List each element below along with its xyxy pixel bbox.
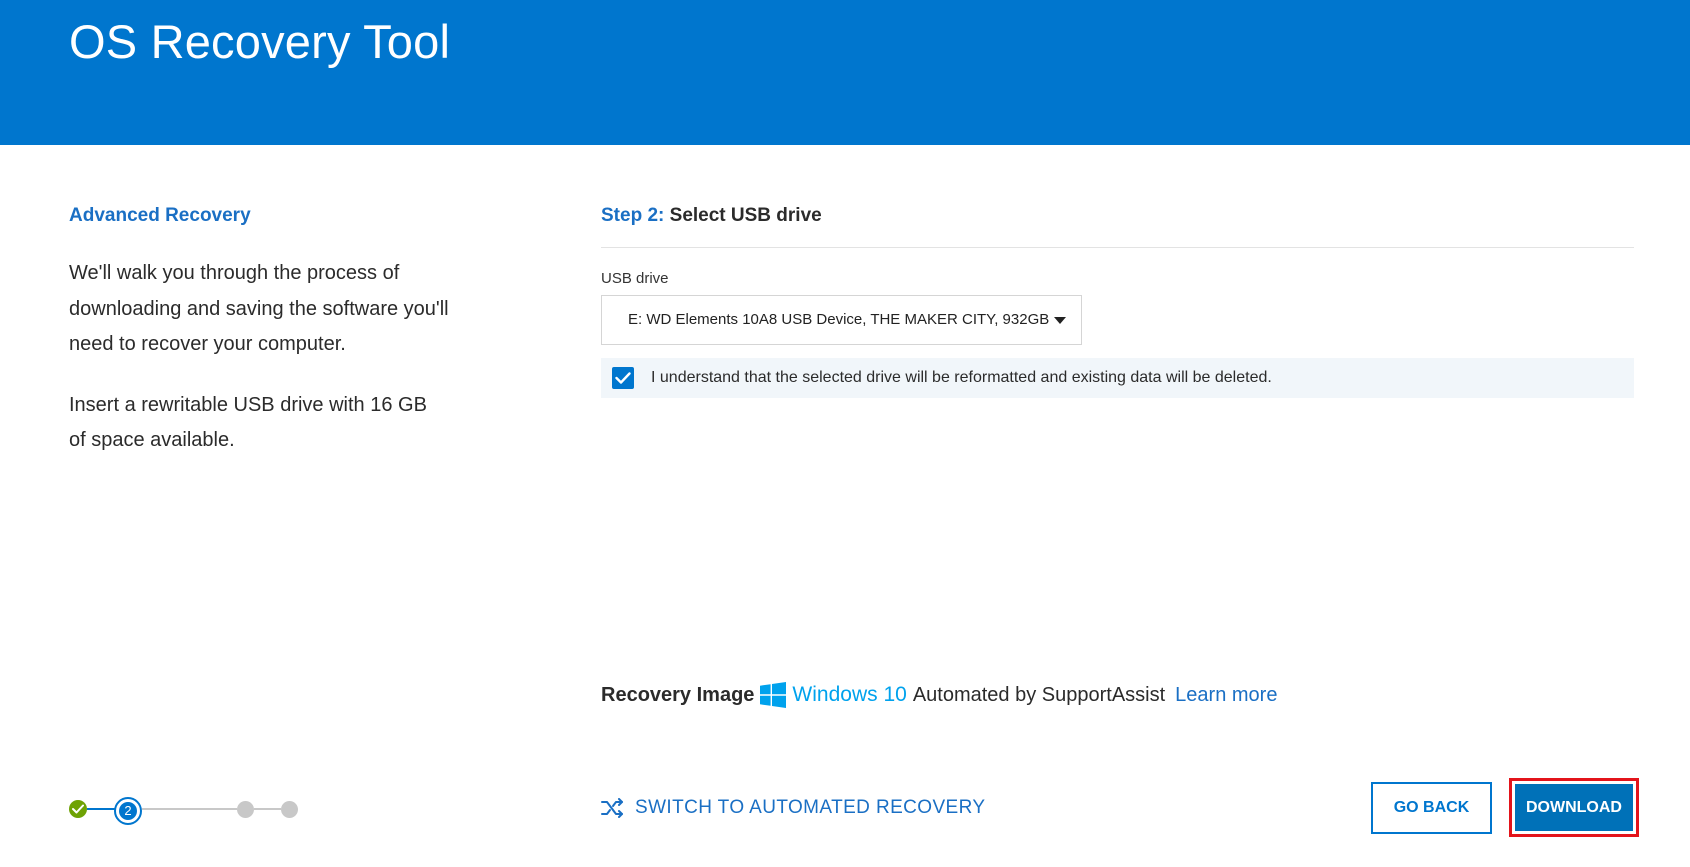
checkmark-icon [72, 804, 84, 814]
stepper-line-3 [254, 808, 281, 810]
shuffle-icon [601, 798, 623, 818]
os-name: Windows 10 [792, 683, 907, 706]
usb-drive-selected-value: E: WD Elements 10A8 USB Device, THE MAKE… [628, 311, 1050, 328]
step-prefix: Step 2: [601, 205, 665, 226]
intro-description: We'll walk you through the process of do… [69, 262, 449, 355]
go-back-button[interactable]: GO BACK [1371, 782, 1492, 834]
stepper-line-2 [142, 808, 237, 810]
recovery-mode-title: Advanced Recovery [69, 205, 251, 226]
acknowledgement-checkbox[interactable] [612, 367, 634, 389]
usb-drive-select[interactable]: E: WD Elements 10A8 USB Device, THE MAKE… [601, 295, 1082, 345]
caret-down-icon [1054, 317, 1066, 324]
progress-stepper: 2 [69, 797, 298, 825]
recovery-image-info: Recovery Image Windows 10 Automated by S… [601, 680, 1277, 710]
switch-link-label: SWITCH TO AUTOMATED RECOVERY [635, 797, 986, 818]
windows-logo-icon [760, 682, 787, 708]
usb-drive-label: USB drive [601, 270, 669, 287]
download-button[interactable]: DOWNLOAD [1515, 784, 1633, 831]
checkmark-icon [615, 372, 631, 384]
stepper-line-1 [87, 808, 116, 810]
acknowledgement-box: I understand that the selected drive wil… [601, 358, 1634, 398]
step-4-pending [281, 801, 298, 818]
recovery-image-description: Automated by SupportAssist [912, 683, 1166, 706]
divider [601, 247, 1634, 248]
app-header: OS Recovery Tool [0, 0, 1690, 145]
learn-more-link[interactable]: Learn more [1175, 684, 1277, 707]
left-panel: Advanced Recovery We'll walk you through… [69, 205, 449, 459]
download-button-highlight: DOWNLOAD [1509, 778, 1639, 837]
step-1-completed [69, 800, 87, 818]
acknowledgement-text: I understand that the selected drive wil… [651, 369, 1272, 386]
step-3-pending [237, 801, 254, 818]
current-step-number: 2 [119, 802, 137, 820]
usb-requirement-description: Insert a rewritable USB drive with 16 GB… [69, 393, 427, 452]
step-heading: Step 2: Select USB drive [601, 205, 822, 227]
app-title: OS Recovery Tool [69, 15, 451, 68]
step-2-current: 2 [114, 797, 142, 825]
step-title: Select USB drive [669, 205, 822, 226]
switch-to-automated-recovery-link[interactable]: SWITCH TO AUTOMATED RECOVERY [601, 797, 985, 819]
recovery-image-label: Recovery Image [601, 683, 755, 706]
